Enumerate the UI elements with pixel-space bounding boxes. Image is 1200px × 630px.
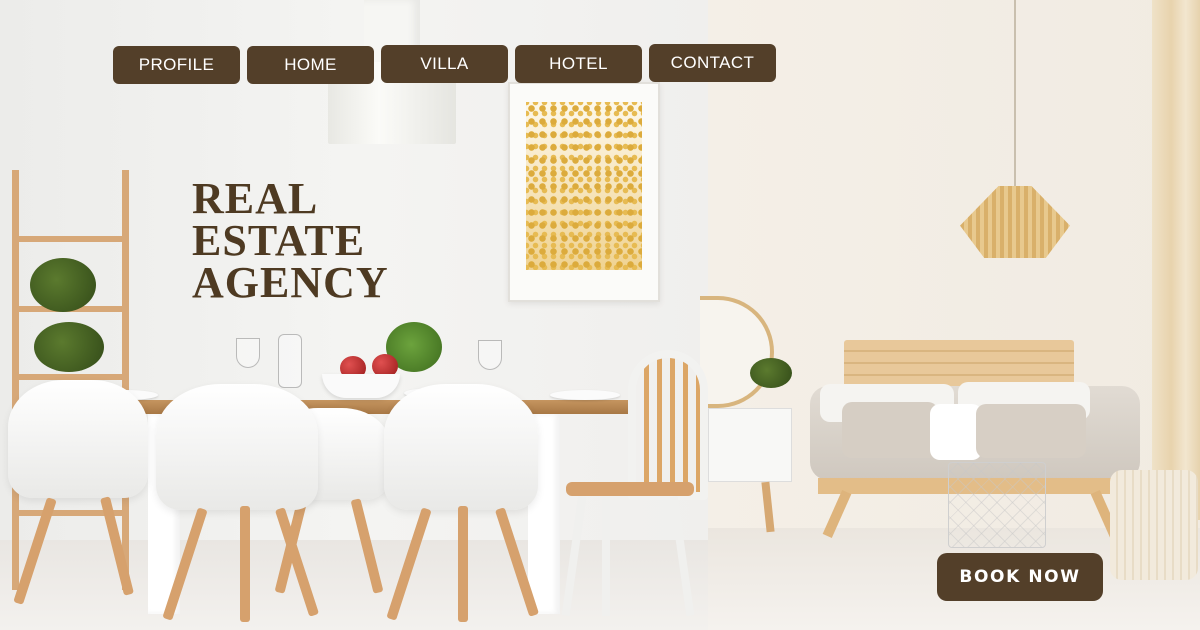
nav-profile-button[interactable]: PROFILE	[113, 46, 240, 84]
windsor-chair-back	[628, 350, 708, 500]
ladder-rail	[12, 170, 19, 590]
ladder-rung	[12, 236, 129, 242]
chair-leg	[669, 496, 695, 616]
lamp-cord	[1014, 0, 1016, 188]
side-cabinet	[708, 408, 792, 482]
sofa-pillow	[976, 404, 1086, 458]
rattan-pendant-lamp	[960, 0, 1070, 260]
curtain	[1152, 0, 1200, 520]
chair-leg	[561, 496, 587, 616]
fruit-bowl	[322, 374, 400, 398]
dining-chair	[384, 384, 538, 510]
potted-lavender	[750, 358, 792, 388]
poster-art	[526, 102, 642, 270]
hero-title-line: AGENCY	[192, 258, 389, 307]
nav-villa-button[interactable]: VILLA	[381, 45, 508, 83]
hero-title-line: ESTATE	[192, 216, 366, 265]
sofa-pillow	[930, 404, 982, 460]
wine-glass	[236, 338, 260, 368]
nav-hotel-button[interactable]: HOTEL	[515, 45, 642, 83]
wine-glass	[478, 340, 502, 370]
windsor-chair-seat	[566, 482, 694, 496]
ladder-rail	[122, 170, 129, 590]
hanging-plant	[30, 258, 96, 312]
chair-leg	[602, 496, 610, 616]
sofa-pillow	[842, 402, 938, 458]
background-photo	[0, 0, 1200, 630]
hanging-plant	[34, 322, 104, 372]
chair-leg	[458, 506, 468, 622]
chair-leg	[240, 506, 250, 622]
knit-blanket-basket	[1110, 470, 1198, 580]
wall-poster	[508, 82, 660, 302]
nav-home-button[interactable]: HOME	[247, 46, 374, 84]
glass-bottle	[278, 334, 302, 388]
nav-contact-button[interactable]: CONTACT	[649, 44, 776, 82]
wire-side-table	[948, 462, 1046, 548]
windsor-chair	[560, 350, 710, 616]
hero-title-line: REAL	[192, 174, 319, 223]
lamp-shade	[960, 186, 1070, 258]
book-now-button[interactable]: BOOK NOW	[937, 553, 1103, 601]
hero-title: REAL ESTATE AGENCY	[192, 174, 389, 307]
dining-chair	[8, 380, 148, 498]
dining-chair	[156, 384, 318, 510]
